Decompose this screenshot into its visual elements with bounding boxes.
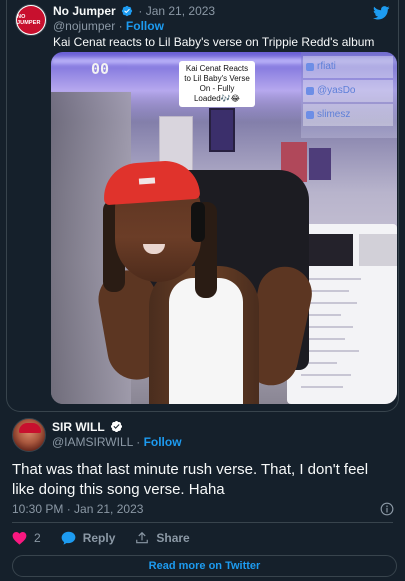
wall-frame [209,108,235,152]
main-tweet-text: That was that last minute rush verse. Th… [12,461,369,498]
main-follow-link[interactable]: Follow [144,435,182,449]
share-button[interactable]: Share [135,531,190,545]
share-icon [136,531,149,544]
main-handle-row: @IAMSIRWILL · Follow [52,435,182,449]
like-button[interactable]: 2 [12,531,41,545]
read-more-button[interactable]: Read more on Twitter [12,555,397,577]
quoted-tweet-text: Kai Cenat reacts to Lil Baby's verse on … [53,35,375,49]
overlay-tag: slimesz [303,104,393,126]
share-label: Share [156,531,190,545]
quoted-handle[interactable]: @nojumper [53,19,115,33]
tweet-timestamp[interactable]: 10:30 PM · Jan 21, 2023 [12,502,143,516]
headset [191,202,205,242]
main-author-row: SIR WILL [52,420,123,434]
divider [12,522,393,523]
quoted-author-name[interactable]: No Jumper [53,4,116,18]
avatar-cap [19,423,41,433]
screen-text-line [301,350,359,352]
sirwill-avatar[interactable] [12,418,46,452]
reply-label: Reply [82,531,116,545]
verified-badge-icon [121,5,133,17]
main-handle[interactable]: @IAMSIRWILL [52,435,133,449]
social-handles-overlay: rfiati @yasDo slimesz [303,56,393,128]
quoted-tweet-header: No Jumper · Jan 21, 2023 [53,4,215,18]
separator-dot: · [118,19,126,33]
action-bar: 2 Reply Share [12,531,210,545]
info-icon[interactable] [380,502,394,516]
screen-text-line [301,374,351,376]
main-author-name[interactable]: SIR WILL [52,420,104,434]
overlay-tag: @yasDo [303,80,393,102]
avatar-logo-text: NO JUMPER [17,14,41,26]
screen-text-line [301,278,361,280]
separator-dot: · [136,435,144,449]
like-count: 2 [34,531,41,545]
quoted-tweet-card[interactable]: NO JUMPER No Jumper · Jan 21, 2023 @noju… [6,0,399,412]
verified-badge-icon [110,420,122,433]
screen-text-line [301,386,343,388]
overlay-tag: rfiati [303,56,393,78]
video-caption-overlay: Kai Cenat Reacts to Lil Baby's Verse On … [179,61,255,107]
reply-button[interactable]: Reply [61,531,116,545]
video-overlay-number: 00 [91,60,110,78]
heart-icon [12,532,27,545]
reply-icon [61,531,76,545]
video-thumbnail[interactable]: rfiati @yasDo slimesz 00 Kai Cenat React… [51,52,397,404]
nojumper-avatar[interactable]: NO JUMPER [15,4,47,36]
quoted-follow-link[interactable]: Follow [126,19,164,33]
wall-poster-2 [309,148,331,180]
screen-panel [359,234,397,266]
quoted-date[interactable]: · Jan 21, 2023 [138,4,215,18]
twitter-bird-icon[interactable] [373,6,390,20]
quoted-handle-row: @nojumper · Follow [53,19,164,33]
cap-logo [138,177,156,185]
